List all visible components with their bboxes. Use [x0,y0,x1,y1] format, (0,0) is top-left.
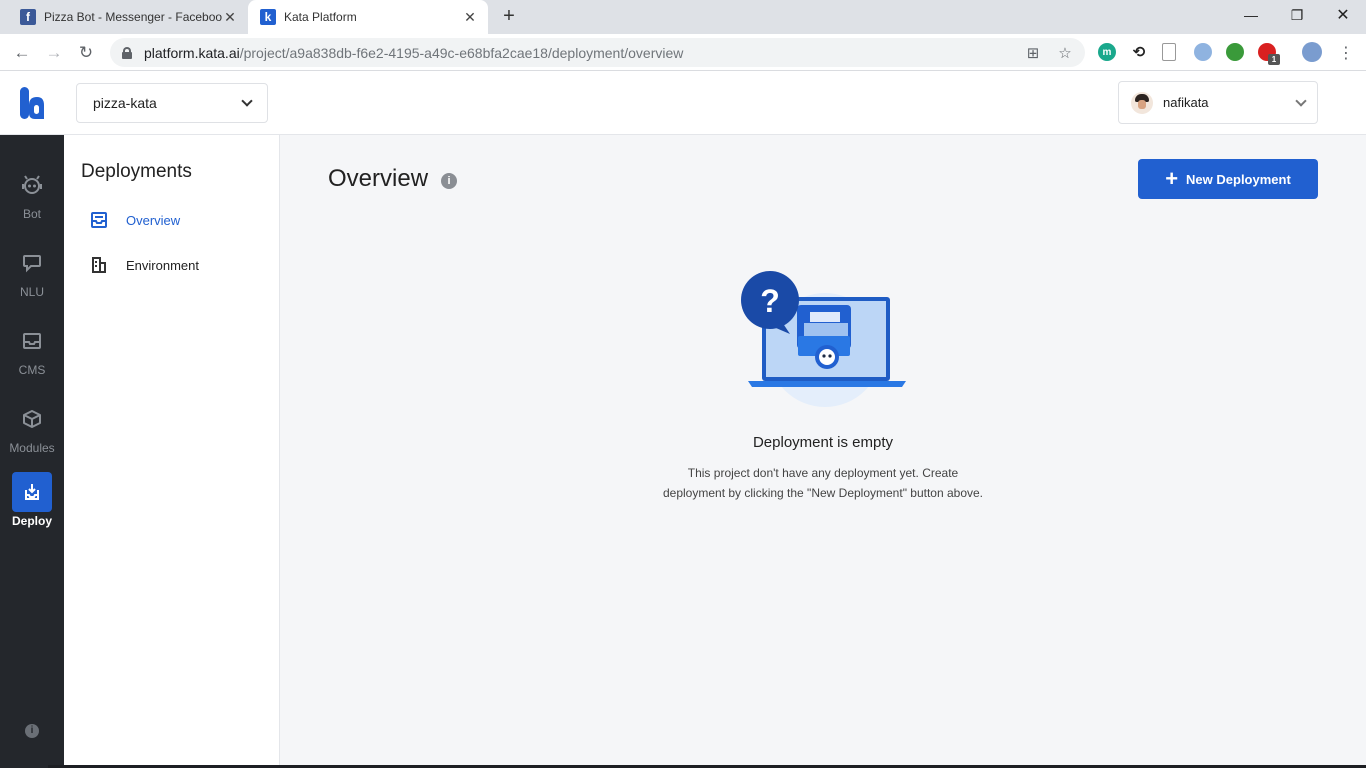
empty-state-title: Deployment is empty [752,434,894,451]
url-path: /project/a9a838db-f6e2-4195-a49c-e68bfa2… [239,44,684,61]
nav-item-cms[interactable]: CMS [0,321,64,391]
nav-label: Bot [22,207,41,221]
tab-title: Pizza Bot - Messenger - Faceboo [44,10,222,24]
extension-sync-icon[interactable]: ⟲ [1130,43,1148,61]
chevron-down-icon [241,95,253,107]
chevron-down-icon [1295,94,1307,107]
bookmark-star-icon[interactable]: ☆ [1056,44,1074,62]
question-mark-icon: ? [760,283,780,319]
new-deployment-button[interactable]: + New Deployment [1138,159,1318,199]
forward-icon[interactable]: → [42,41,66,65]
nav-label: Modules [9,441,55,455]
back-icon[interactable]: ← [10,41,34,65]
address-bar-row: ← → ↻ platform.kata.ai/project/a9a838db-… [0,34,1366,71]
primary-nav: Bot NLU CMS Modules Deploy i [0,135,64,768]
browser-tab-facebook[interactable]: f Pizza Bot - Messenger - Faceboo ✕ [8,0,248,34]
subnav-title: Deployments [81,161,192,182]
browser-tab-kata[interactable]: k Kata Platform ✕ [248,0,488,34]
new-deployment-label: New Deployment [1186,171,1291,187]
robot-icon [12,165,52,205]
empty-state-description: This project don't have any deployment y… [662,466,984,500]
deploy-icon [12,472,52,512]
close-tab-icon[interactable]: ✕ [222,9,238,26]
subnav-item-environment[interactable]: Environment [90,254,199,276]
extension-doc-icon[interactable] [1162,43,1176,61]
facebook-icon: f [20,9,36,25]
inbox-icon [90,211,108,229]
subnav-label: Environment [126,257,199,273]
profile-avatar-icon[interactable] [1302,42,1322,62]
lock-icon [122,46,132,59]
app-header: pizza-kata nafikata [0,71,1366,135]
browser-menu-icon[interactable]: ⋮ [1334,41,1358,65]
extension-badge: 1 [1268,54,1280,65]
plus-icon: + [1165,166,1179,191]
nav-item-bot[interactable]: Bot [0,165,64,235]
new-tab-button[interactable]: + [498,6,520,28]
inbox-icon [12,321,52,361]
info-icon[interactable]: i [25,724,39,738]
browser-tab-bar: f Pizza Bot - Messenger - Faceboo ✕ k Ka… [0,0,1366,34]
project-selector[interactable]: pizza-kata [76,83,268,123]
extension-m-icon[interactable]: m [1098,43,1116,61]
extension-earth-icon[interactable] [1226,43,1244,61]
translate-icon[interactable]: ⊞ [1024,44,1042,62]
subnav-item-overview[interactable]: Overview [90,209,180,231]
url-field[interactable]: platform.kata.ai/project/a9a838db-f6e2-4… [110,38,1085,67]
chat-icon [12,243,52,283]
tab-title: Kata Platform [284,10,357,24]
close-tab-icon[interactable]: ✕ [462,9,478,26]
extension-globe-icon[interactable] [1194,43,1212,61]
secondary-nav: Deployments Overview Environment [64,135,280,768]
minimize-icon[interactable]: — [1228,0,1274,30]
nav-label: CMS [18,363,46,377]
project-name: pizza-kata [93,95,157,111]
nav-label: NLU [19,285,44,299]
kata-logo[interactable] [18,85,46,121]
page-title: Overview [328,165,429,192]
reload-icon[interactable]: ↻ [74,41,98,65]
main-content: Overview i + New Deployment ? Deployment… [280,135,1366,768]
subnav-label: Overview [126,212,181,228]
info-icon[interactable]: i [441,173,457,189]
nav-label: Deploy [11,514,52,528]
url-host: platform.kata.ai [144,44,240,61]
username: nafikata [1163,95,1209,110]
avatar [1131,91,1153,114]
user-menu[interactable]: nafikata [1118,81,1318,124]
cube-icon [12,399,52,439]
nav-item-deploy[interactable]: Deploy [0,472,64,542]
empty-state-illustration: ? [741,271,906,407]
close-window-icon[interactable]: ✕ [1320,0,1366,30]
nav-item-nlu[interactable]: NLU [0,243,64,313]
nav-item-modules[interactable]: Modules [0,399,64,469]
kata-icon: k [260,9,276,25]
building-icon [90,256,108,274]
restore-icon[interactable]: ❐ [1274,0,1320,30]
